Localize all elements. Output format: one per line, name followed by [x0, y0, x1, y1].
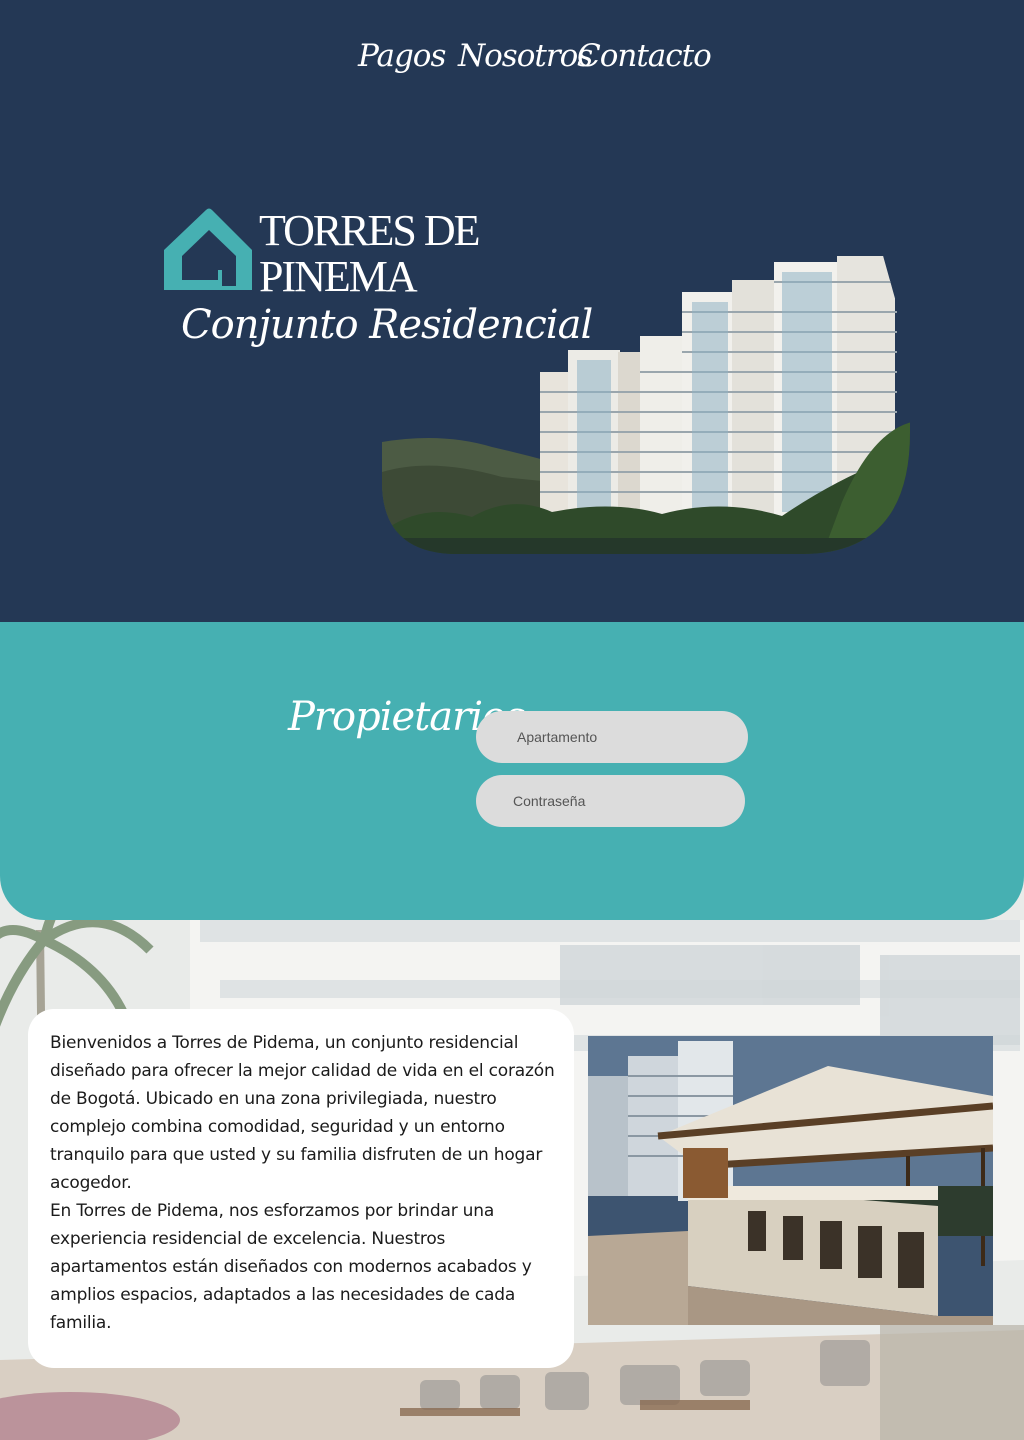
nav-link-pagos[interactable]: Pagos: [358, 38, 446, 74]
nav-link-contacto[interactable]: Contacto: [577, 38, 712, 74]
welcome-card: Bienvenidos a Torres de Pidema, un conju…: [28, 1009, 574, 1368]
welcome-paragraph-2: En Torres de Pidema, nos esforzamos por …: [50, 1201, 532, 1333]
house-icon: [164, 208, 252, 290]
owners-login-panel: Propietarios: [0, 622, 1024, 920]
top-nav: Pagos Nosotros Contacto: [0, 38, 1024, 88]
nav-link-nosotros[interactable]: Nosotros: [458, 38, 593, 74]
password-input[interactable]: [476, 775, 745, 827]
welcome-paragraph-1: Bienvenidos a Torres de Pidema, un conju…: [50, 1033, 555, 1193]
apartment-input[interactable]: [476, 711, 748, 763]
hero-building-image: [382, 256, 910, 555]
terrace-bar-image: [588, 1036, 993, 1325]
